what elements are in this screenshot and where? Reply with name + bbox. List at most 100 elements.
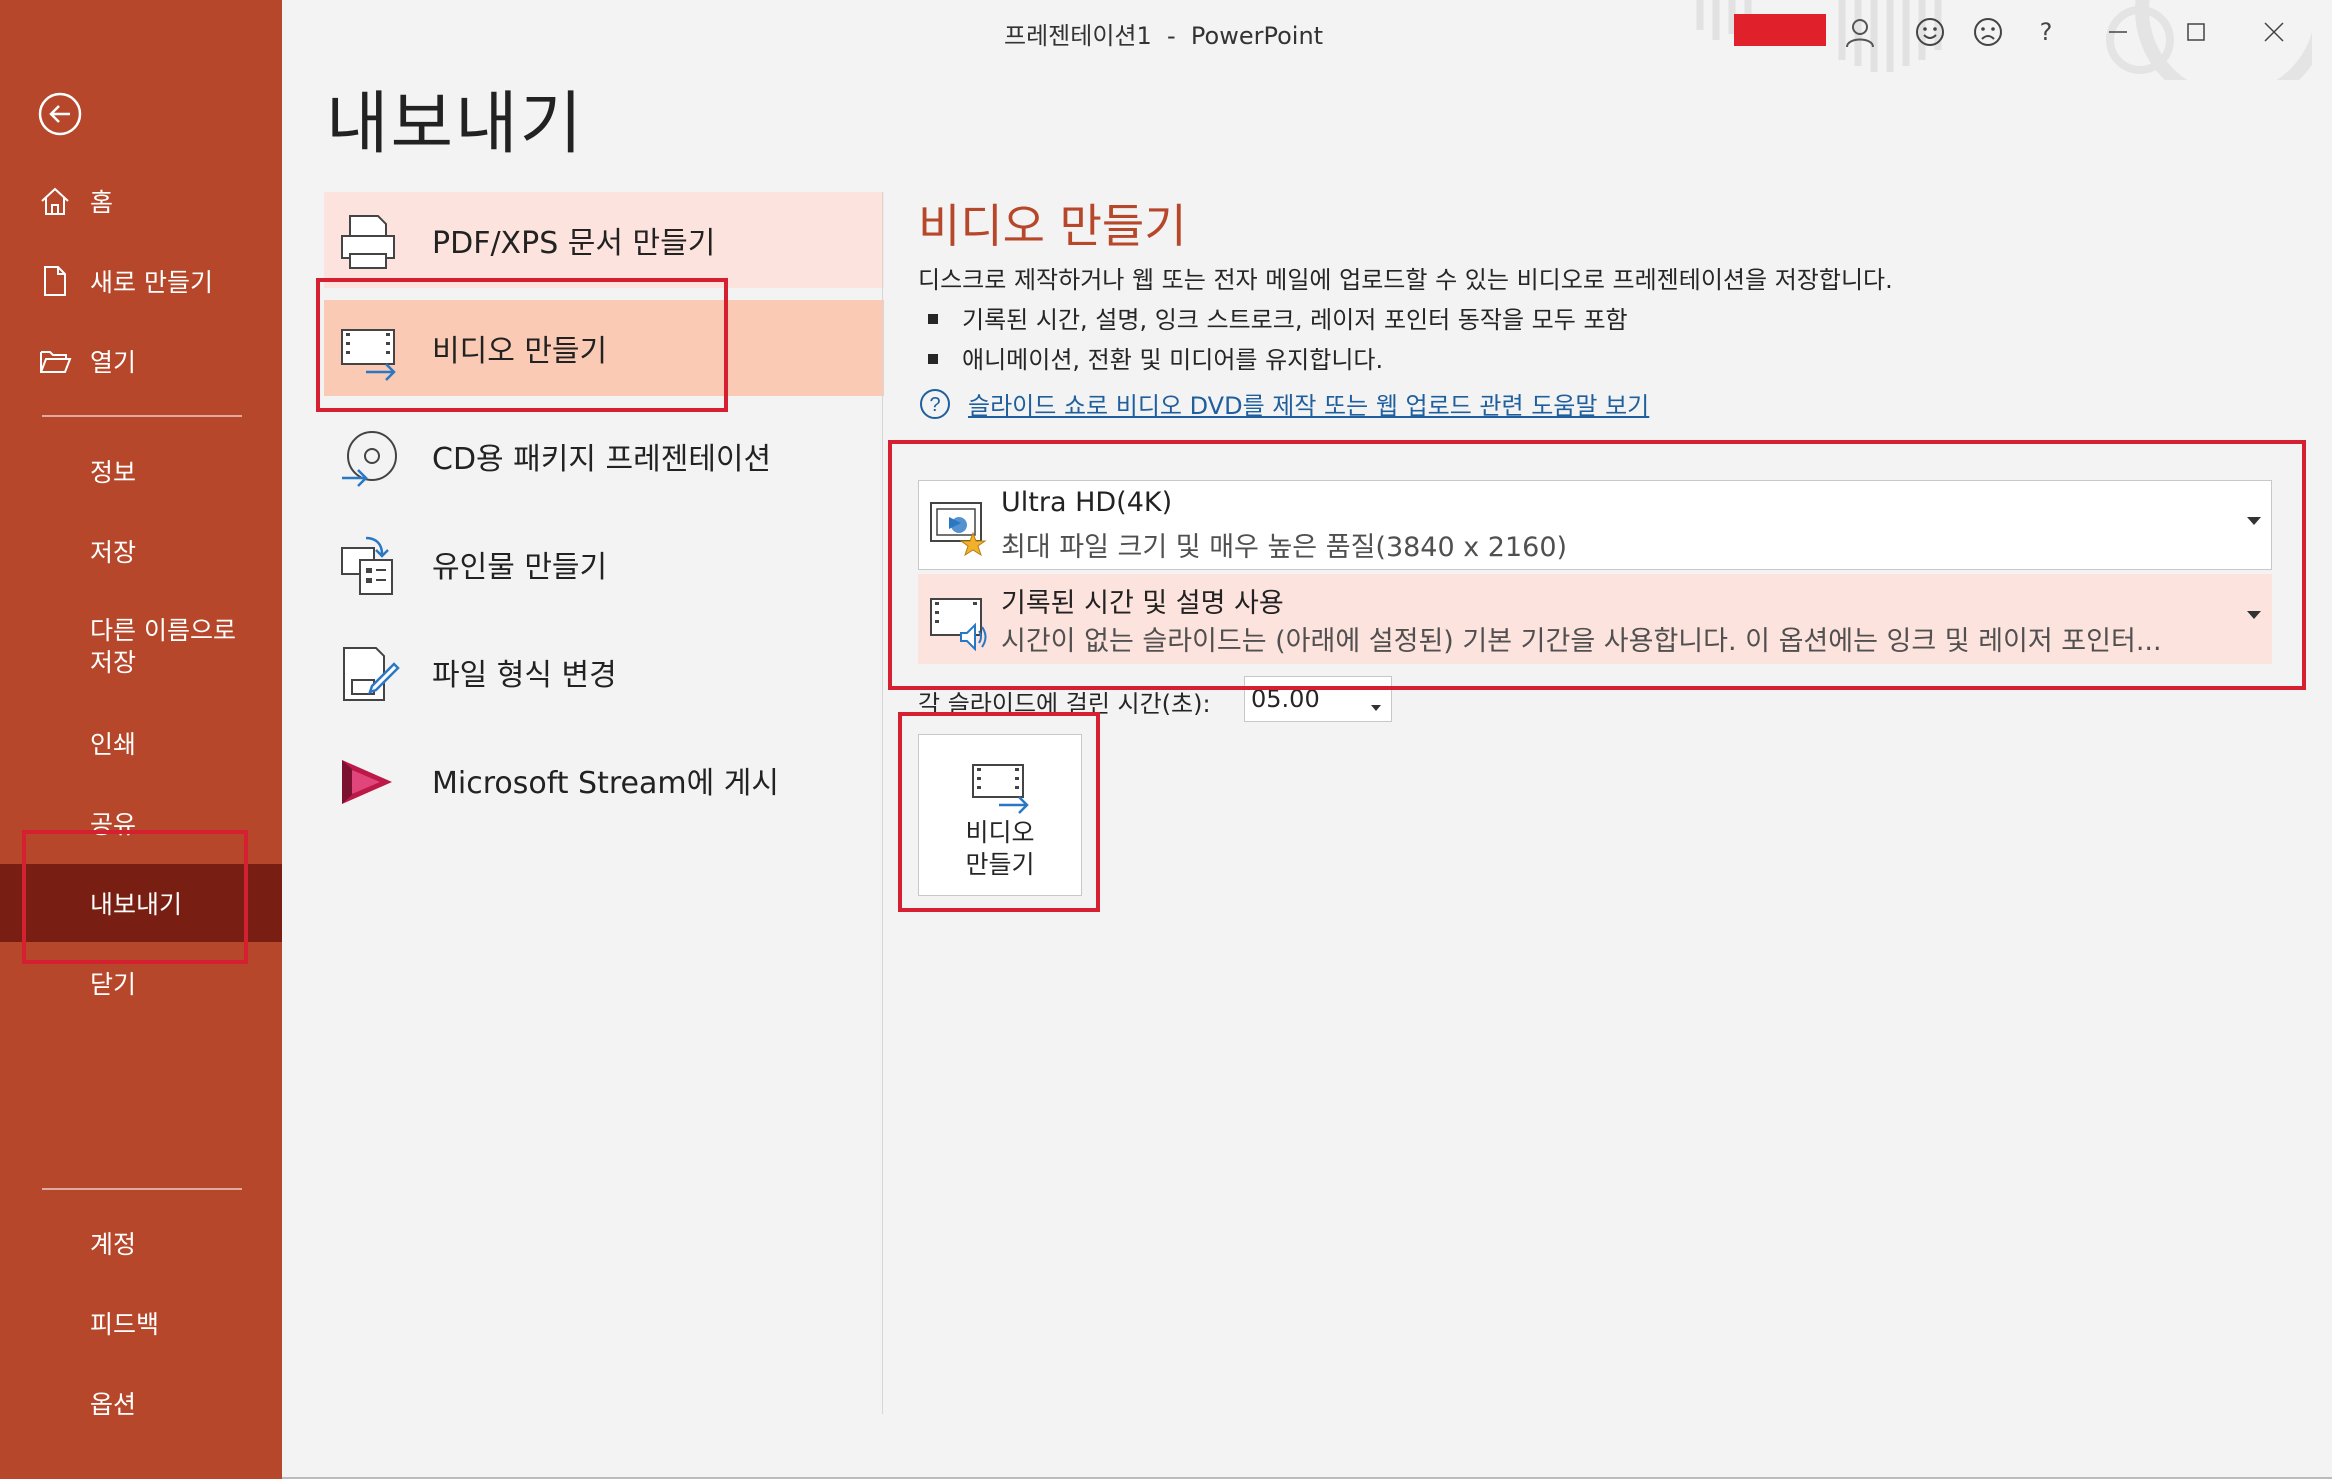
nav-save-as-line1: 다른 이름으로 [90, 616, 236, 645]
nav-options[interactable]: 옵션 [0, 1364, 282, 1442]
video-bullet: 기록된 시간, 설명, 잉크 스트로크, 레이저 포인터 동작을 모두 포함 [928, 300, 1628, 335]
question-icon: ? [2039, 18, 2053, 46]
nav-options-label: 옵션 [90, 1390, 137, 1419]
nav-save[interactable]: 저장 [0, 512, 282, 590]
microsoft-stream-icon [342, 760, 392, 804]
help-circle-icon: ? [920, 388, 950, 419]
file-type-change-icon [343, 647, 400, 701]
document-title: 프레젠테이션1 - PowerPoint [1004, 22, 1324, 50]
nav-share-label: 공유 [90, 810, 137, 839]
export-option-handout-label: 유인물 만들기 [432, 550, 608, 585]
nav-home-label: 홈 [90, 188, 114, 217]
bullet-square-icon [928, 354, 938, 364]
nav-save-as-line2: 저장 [90, 648, 137, 677]
close-window-button[interactable] [2252, 10, 2296, 54]
nav-account-label: 계정 [90, 1230, 137, 1259]
page-title: 내보내기 [326, 85, 585, 164]
bullet-square-icon [928, 314, 938, 324]
frown-feedback-button[interactable] [1966, 10, 2010, 54]
nav-share[interactable]: 공유 [0, 784, 282, 862]
smile-feedback-button[interactable] [1908, 10, 1952, 54]
export-option-pdf[interactable]: PDF/XPS 문서 만들기 [324, 192, 884, 288]
slide-duration-spinner[interactable]: 05.00 [1244, 676, 1392, 722]
nav-export-label: 내보내기 [90, 890, 183, 919]
video-bullet-text: 애니메이션, 전환 및 미디어를 유지합니다. [962, 346, 1384, 374]
nav-print[interactable]: 인쇄 [0, 704, 282, 782]
narration-speaker-icon [930, 598, 987, 651]
back-button[interactable] [34, 88, 86, 140]
nav-close[interactable]: 닫기 [0, 944, 282, 1022]
chevron-down-icon [2247, 517, 2261, 525]
export-option-pdf-label: PDF/XPS 문서 만들기 [432, 226, 716, 261]
nav-save-label: 저장 [90, 538, 137, 567]
video-quality-subtitle: 최대 파일 크기 및 매우 높은 품질(3840 x 2160) [1001, 532, 1568, 563]
video-bullet: 애니메이션, 전환 및 미디어를 유지합니다. [928, 340, 1383, 375]
nav-export[interactable]: 내보내기 [0, 864, 282, 942]
slide-duration-value[interactable]: 05.00 [1251, 685, 1320, 713]
video-film-icon [972, 764, 1029, 814]
nav-save-as[interactable]: 다른 이름으로 저장 [0, 600, 282, 694]
svg-text:?: ? [929, 394, 940, 416]
help-link-text[interactable]: 슬라이드 쇼로 비디오 DVD를 제작 또는 웹 업로드 관련 도움말 보기 [968, 386, 1649, 421]
redacted-user-name [1734, 14, 1826, 46]
title-bar: 프레젠테이션1 - PowerPoint ? [282, 0, 2332, 80]
nav-feedback-label: 피드백 [90, 1310, 160, 1339]
minimize-button[interactable] [2096, 10, 2140, 54]
nav-print-label: 인쇄 [90, 730, 137, 759]
recorded-timings-dropdown[interactable]: 기록된 시간 및 설명 사용 시간이 없는 슬라이드는 (아래에 설정된) 기본… [918, 574, 2272, 664]
nav-open-label: 열기 [90, 348, 137, 377]
nav-save-as-label: 다른 이름으로 저장 [90, 615, 236, 679]
nav-account[interactable]: 계정 [0, 1204, 282, 1282]
user-icon [1846, 19, 1874, 48]
create-video-button-label: 비디오 만들기 [919, 817, 1081, 881]
video-quality-title: Ultra HD(4K) [1001, 487, 1173, 518]
export-option-video-label: 비디오 만들기 [432, 334, 608, 369]
recorded-timings-title: 기록된 시간 및 설명 사용 [1001, 588, 1284, 619]
chevron-down-icon [2247, 611, 2261, 619]
folder-open-icon [40, 351, 72, 373]
nav-home[interactable]: 홈 [0, 162, 282, 240]
arrow-left-circle-icon [38, 92, 82, 136]
create-video-line1: 비디오 [965, 818, 1035, 847]
recorded-timings-subtitle: 시간이 없는 슬라이드는 (아래에 설정된) 기본 기간을 사용합니다. 이 옵… [1001, 626, 2162, 657]
export-option-video[interactable]: 비디오 만들기 [324, 300, 884, 396]
export-option-stream[interactable]: Microsoft Stream에 게시 [324, 732, 884, 828]
video-film-icon [341, 329, 396, 381]
nav-info[interactable]: 정보 [0, 432, 282, 510]
presentation-quality-icon [930, 502, 987, 557]
export-option-cd-label: CD용 패키지 프레젠테이션 [432, 442, 772, 477]
account-button[interactable] [1838, 10, 1882, 54]
create-video-button[interactable]: 비디오 만들기 [918, 734, 1082, 896]
nav-open[interactable]: 열기 [0, 322, 282, 400]
options-divider [882, 192, 883, 1414]
maximize-icon [2187, 23, 2205, 41]
nav-new-label: 새로 만들기 [90, 268, 213, 297]
nav-feedback[interactable]: 피드백 [0, 1284, 282, 1362]
slide-duration-label: 각 슬라이드에 걸린 시간(초): [918, 690, 1211, 718]
smile-icon [1916, 18, 1944, 46]
export-option-filetype-label: 파일 형식 변경 [432, 658, 617, 693]
maximize-button[interactable] [2174, 10, 2218, 54]
export-option-filetype[interactable]: 파일 형식 변경 [324, 624, 884, 720]
pdf-printer-icon [341, 215, 395, 269]
minimize-icon [2109, 31, 2127, 33]
video-description: 디스크로 제작하거나 웹 또는 전자 메일에 업로드할 수 있는 비디오로 프레… [918, 266, 1893, 294]
backstage-sidebar: 홈 새로 만들기 열기 정보 저장 다른 이름으로 저장 인쇄 공유 내보내기 … [0, 0, 282, 1479]
nav-new[interactable]: 새로 만들기 [0, 242, 282, 320]
nav-divider [42, 415, 242, 417]
help-button[interactable]: ? [2024, 10, 2068, 54]
home-icon [41, 187, 69, 215]
new-document-icon [44, 266, 66, 296]
export-option-handout[interactable]: 유인물 만들기 [324, 516, 884, 612]
nav-info-label: 정보 [90, 458, 137, 487]
spinner-down-icon[interactable] [1371, 705, 1381, 711]
nav-close-label: 닫기 [90, 970, 137, 999]
export-option-cd[interactable]: CD용 패키지 프레젠테이션 [324, 408, 884, 504]
video-bullet-text: 기록된 시간, 설명, 잉크 스트로크, 레이저 포인터 동작을 모두 포함 [962, 306, 1628, 334]
video-quality-dropdown[interactable]: Ultra HD(4K) 최대 파일 크기 및 매우 높은 품질(3840 x … [918, 480, 2272, 570]
nav-divider-bottom [42, 1188, 242, 1190]
handout-icon [341, 536, 393, 595]
close-icon [2264, 22, 2284, 42]
create-video-line2: 만들기 [965, 850, 1035, 879]
help-link[interactable]: ? 슬라이드 쇼로 비디오 DVD를 제작 또는 웹 업로드 관련 도움말 보기 [918, 386, 1649, 421]
